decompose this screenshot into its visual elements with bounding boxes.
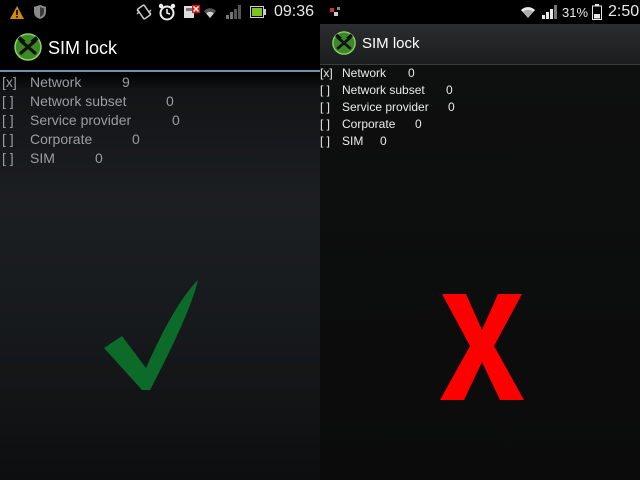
lock-flag: [x] — [2, 74, 17, 90]
red-x-icon — [438, 292, 526, 407]
lock-count: 0 — [446, 83, 453, 97]
lock-name: Network — [342, 66, 387, 80]
lock-name: Service provider — [342, 100, 429, 114]
lock-count: 0 — [408, 66, 415, 80]
lock-count: 0 — [415, 117, 422, 131]
lock-count: 0 — [172, 112, 180, 128]
warning-triangle-icon — [10, 0, 24, 24]
lock-name: Corporate — [342, 117, 396, 131]
lock-flag: [ ] — [2, 93, 14, 109]
status-clock: 09:36 — [274, 3, 315, 20]
battery-icon — [592, 0, 602, 24]
vibrate-icon — [136, 0, 152, 24]
lock-count: 0 — [166, 93, 174, 109]
lock-name: Corporate — [30, 131, 93, 147]
lock-flag: [ ] — [2, 112, 14, 128]
lock-count: 0 — [380, 134, 387, 148]
lock-row-corporate: [ ] Corporate 0 — [320, 117, 640, 134]
lock-name: Network subset — [342, 83, 425, 97]
green-checkmark-icon — [100, 276, 204, 399]
notification-icon — [330, 0, 342, 24]
status-clock: 2:50 — [608, 3, 640, 20]
lock-name: Service provider — [30, 112, 132, 128]
lock-name: SIM — [30, 150, 55, 166]
wifi-icon — [520, 0, 536, 24]
lock-row-network: [x] Network 9 — [0, 74, 320, 93]
right-screen: 31% 2:50 SIM lock [x] Network 0 [ ] Netw… — [320, 0, 640, 480]
sim-blocked-icon — [184, 0, 200, 24]
app-title: SIM lock — [362, 35, 420, 52]
lock-flag: [ ] — [320, 100, 331, 114]
lock-row-network: [x] Network 0 — [320, 66, 640, 83]
lock-count: 9 — [122, 74, 130, 90]
lock-flag: [ ] — [320, 83, 331, 97]
signal-icon — [542, 0, 558, 24]
lock-flag: [ ] — [320, 117, 331, 131]
battery-percent: 31% — [562, 4, 589, 20]
app-icon[interactable] — [14, 33, 42, 66]
lock-name: Network subset — [30, 93, 127, 109]
lock-count: 0 — [95, 150, 103, 166]
lock-name: Network — [30, 74, 82, 90]
left-screen: 09:36 SIM lock [x] Network 9 [ ] Network… — [0, 0, 320, 480]
status-bar: 09:36 — [0, 0, 320, 24]
lock-row-network-subset: [ ] Network subset 0 — [0, 93, 320, 112]
wifi-icon — [202, 0, 218, 24]
lock-flag: [ ] — [2, 131, 14, 147]
status-bar: 31% 2:50 — [320, 0, 640, 24]
action-bar: SIM lock — [320, 24, 640, 65]
lock-row-network-subset: [ ] Network subset 0 — [320, 83, 640, 100]
battery-icon — [250, 0, 266, 24]
lock-count: 0 — [448, 100, 455, 114]
lock-count: 0 — [132, 131, 140, 147]
lock-name: SIM — [342, 134, 364, 148]
lock-row-service-provider: [ ] Service provider 0 — [320, 100, 640, 117]
shield-icon — [34, 0, 46, 24]
lock-row-sim: [ ] SIM 0 — [320, 134, 640, 151]
lock-flag: [ ] — [2, 150, 14, 166]
lock-row-corporate: [ ] Corporate 0 — [0, 131, 320, 150]
lock-flag: [ ] — [320, 134, 331, 148]
action-bar: SIM lock — [0, 24, 320, 70]
signal-icon — [226, 0, 242, 24]
lock-row-sim: [ ] SIM 0 — [0, 150, 320, 169]
lock-row-service-provider: [ ] Service provider 0 — [0, 112, 320, 131]
app-title: SIM lock — [48, 38, 118, 58]
action-bar-divider — [0, 70, 320, 72]
app-icon[interactable] — [332, 31, 356, 60]
lock-flag: [x] — [320, 66, 333, 80]
alarm-clock-icon — [158, 0, 176, 24]
